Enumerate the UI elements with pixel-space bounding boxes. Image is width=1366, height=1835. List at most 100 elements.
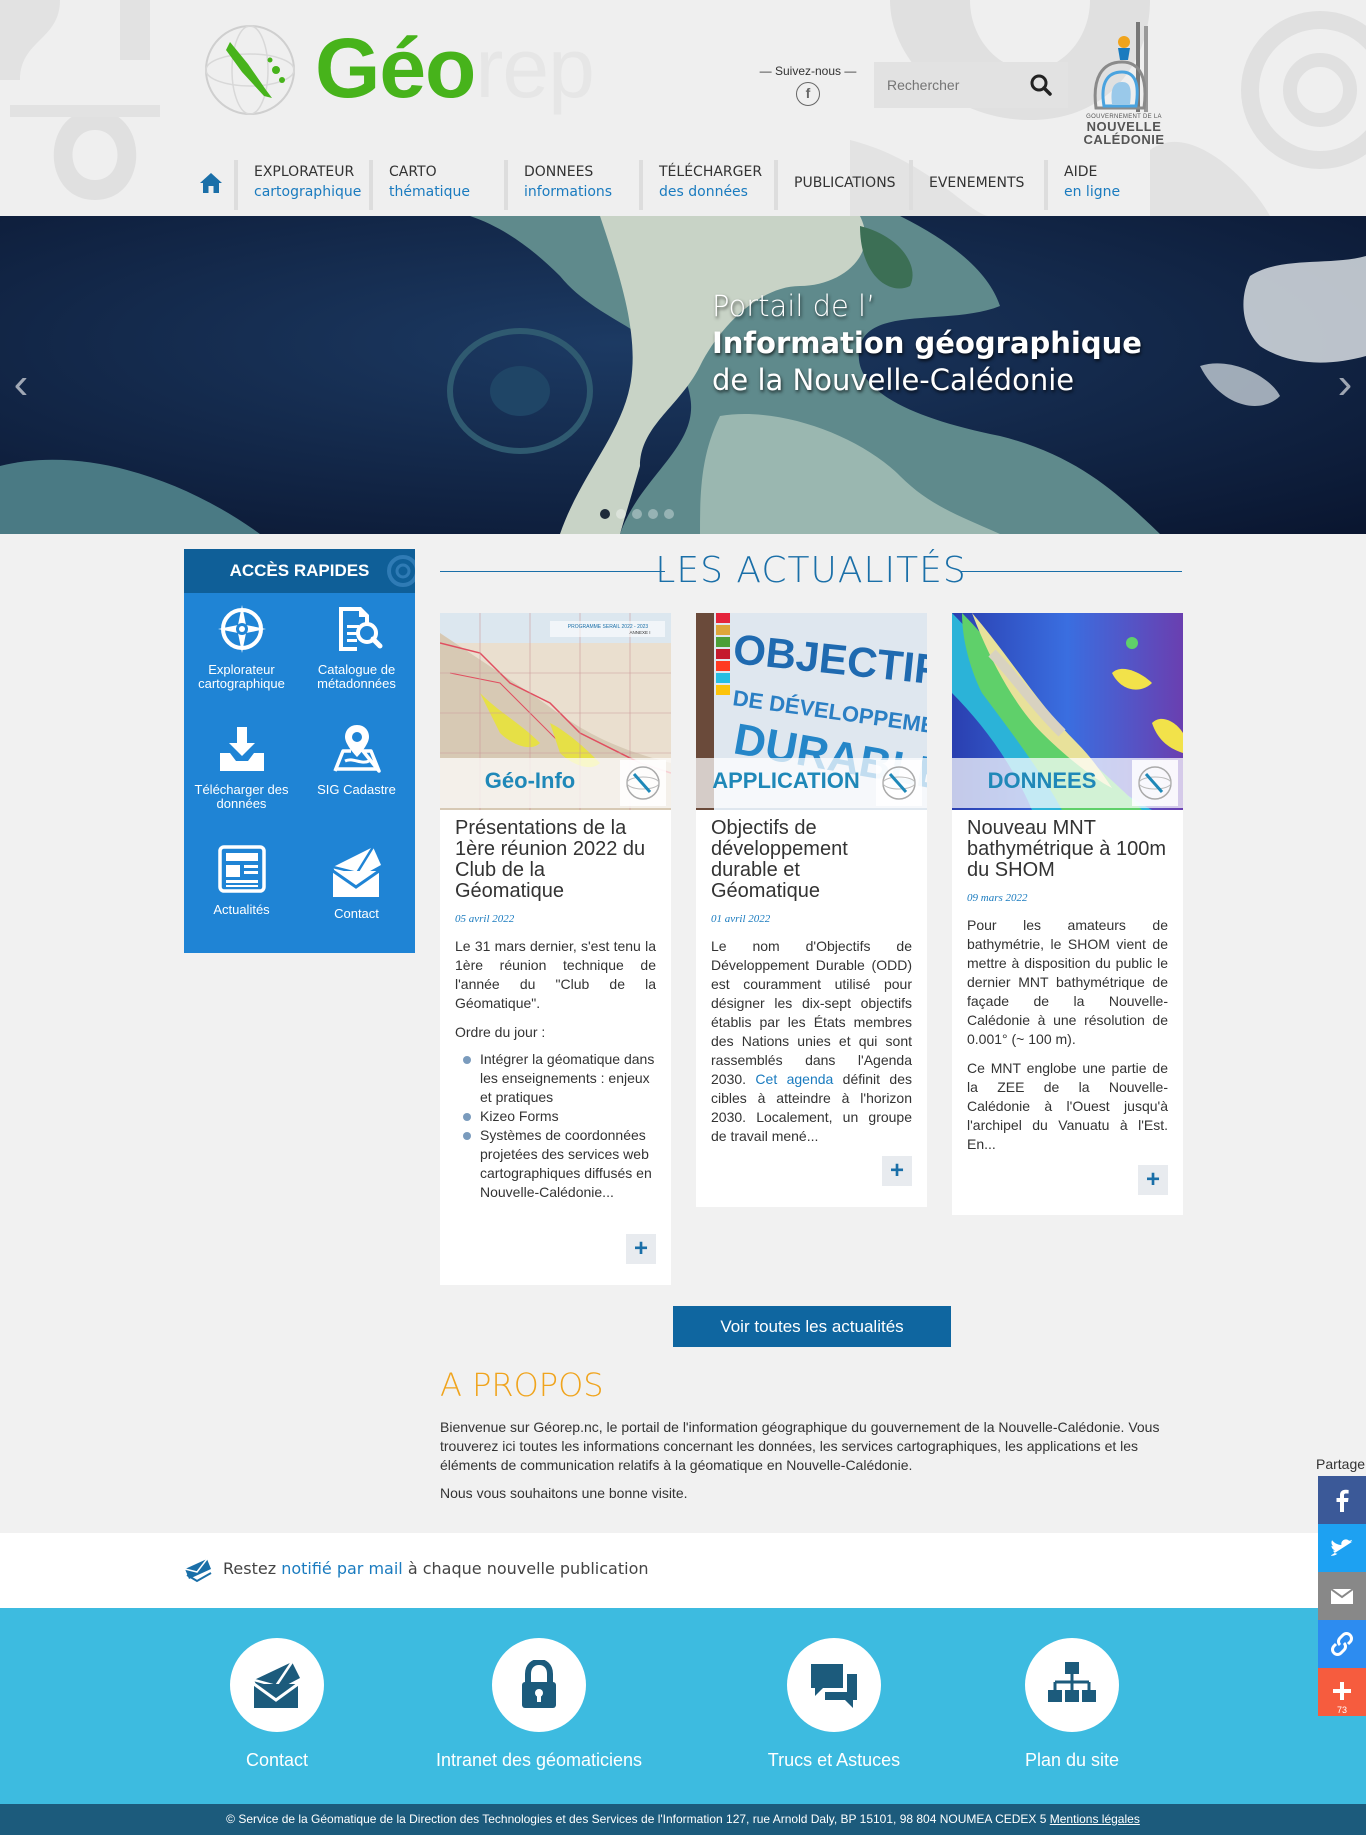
- quick-sig-cadastre[interactable]: SIG Cadastre: [299, 723, 414, 797]
- agenda-link[interactable]: Cet agenda: [755, 1071, 833, 1087]
- carousel-indicators: [600, 506, 680, 519]
- carousel-dot-4[interactable]: [648, 509, 658, 519]
- card-category-band: DONNEES: [952, 758, 1183, 808]
- newsletter-link[interactable]: notifié par mail: [281, 1559, 403, 1578]
- main-navigation: EXPLORATEUR cartographique CARTO thématiqu…: [184, 160, 1174, 210]
- card-category-band: APPLICATION: [696, 758, 927, 808]
- quick-contact[interactable]: Contact: [299, 843, 414, 921]
- government-logo[interactable]: GOUVERNEMENT DE LA NOUVELLE CALÉDONIE: [1082, 18, 1166, 146]
- nav-donnees[interactable]: DONNEES informations: [504, 160, 612, 210]
- card-text: Pour les amateurs de bathymétrie, le SHO…: [967, 917, 1168, 1047]
- card-title[interactable]: Nouveau MNT bathymétrique à 100m du SHOM: [967, 818, 1168, 881]
- carousel-dot-3[interactable]: [632, 509, 642, 519]
- quick-actualites[interactable]: Actualités: [184, 843, 299, 917]
- footer-sitemap-circle: [1025, 1638, 1119, 1732]
- read-more-button[interactable]: +: [882, 1156, 912, 1186]
- nav-evenements-line1: EVENEMENTS: [929, 175, 1025, 191]
- nav-telecharger[interactable]: TÉLÉCHARGER des données: [639, 160, 762, 210]
- quick-contact-label: Contact: [334, 906, 379, 921]
- card-image: DONNEES: [952, 613, 1183, 810]
- nav-telecharger-line2: des données: [659, 184, 748, 200]
- search-icon[interactable]: [1026, 70, 1056, 100]
- card-image: OBJECTIFS DE DÉVELOPPEMENT DURABLE APPLI…: [696, 613, 927, 810]
- nav-evenements[interactable]: EVENEMENTS: [909, 160, 1024, 210]
- share-twitter-button[interactable]: [1318, 1524, 1366, 1572]
- card-body: Présentations de la 1ère réunion 2022 du…: [440, 810, 671, 1202]
- plus-icon: [1333, 1682, 1351, 1700]
- carousel-prev-arrow-icon[interactable]: ‹: [6, 362, 36, 406]
- hero-carousel: ‹ › Portail de l’ Information géographiq…: [0, 216, 1366, 534]
- logo-geo-text: Géo: [315, 21, 476, 115]
- quick-actualites-label: Actualités: [213, 902, 270, 917]
- card-category-label: APPLICATION: [712, 768, 860, 793]
- banner-line2: Information géographique: [712, 326, 1142, 360]
- footer-contact-circle: [230, 1638, 324, 1732]
- nav-donnees-line2: informations: [524, 184, 613, 200]
- footer-intranet[interactable]: Intranet des géomaticiens: [419, 1638, 659, 1771]
- quick-catalogue-label: Catalogue de métadonnées: [317, 662, 396, 691]
- nav-aide[interactable]: AIDE en ligne: [1044, 160, 1120, 210]
- news-card[interactable]: DONNEES Nouveau MNT bathymétrique à 100m…: [952, 613, 1183, 1215]
- footer-sitemap[interactable]: Plan du site: [952, 1638, 1192, 1771]
- card-title[interactable]: Présentations de la 1ère réunion 2022 du…: [455, 818, 656, 902]
- about-paragraph: Bienvenue sur Géorep.nc, le portail de l…: [440, 1419, 1160, 1473]
- follow-us-label: — Suivez-nous —: [759, 64, 857, 78]
- legal-notice-link[interactable]: Mentions légales: [1050, 1812, 1140, 1826]
- read-more-button[interactable]: +: [1138, 1165, 1168, 1195]
- nav-explorateur[interactable]: EXPLORATEUR cartographique: [234, 160, 361, 210]
- footer-contact[interactable]: Contact: [157, 1638, 397, 1771]
- search-input[interactable]: [874, 62, 1024, 108]
- newspaper-icon: [217, 845, 266, 893]
- map-pin-icon: [332, 725, 381, 773]
- nav-carto[interactable]: CARTO thématique: [369, 160, 470, 210]
- share-facebook-button[interactable]: [1318, 1476, 1366, 1524]
- list-item: Intégrer la géomatique dans les enseigne…: [455, 1050, 656, 1107]
- chat-bubbles-icon: [811, 1664, 857, 1708]
- share-link-button[interactable]: [1318, 1620, 1366, 1668]
- footer-intranet-label: Intranet des géomaticiens: [435, 1750, 643, 1770]
- quick-telecharger[interactable]: Télécharger des données: [184, 723, 299, 811]
- carousel-dot-5[interactable]: [664, 509, 674, 519]
- footer-tips[interactable]: Trucs et Astuces: [714, 1638, 954, 1771]
- nav-explorateur-line1: EXPLORATEUR: [254, 164, 355, 180]
- map-thumbnail-caption-line2: ANNEXE I: [629, 630, 650, 635]
- list-item: Systèmes de coordonnées projetées des se…: [455, 1126, 656, 1202]
- nav-explorateur-line2: cartographique: [254, 184, 362, 200]
- carousel-dot-1[interactable]: [600, 509, 610, 519]
- nav-donnees-line1: DONNEES: [524, 164, 594, 180]
- all-news-button[interactable]: Voir toutes les actualités: [673, 1306, 951, 1347]
- footer-tips-circle: [787, 1638, 881, 1732]
- nav-publications[interactable]: PUBLICATIONS: [774, 160, 896, 210]
- card-category-label: DONNEES: [987, 768, 1097, 793]
- quick-access-title-text: ACCÈS RAPIDES: [229, 561, 370, 580]
- card-title[interactable]: Objectifs de développement durable et Gé…: [711, 818, 912, 902]
- about-title: A PROPOS: [440, 1366, 604, 1404]
- footer-sitemap-label: Plan du site: [1024, 1750, 1120, 1770]
- quick-sig-cadastre-label: SIG Cadastre: [317, 782, 396, 797]
- facebook-icon: [1336, 1489, 1349, 1512]
- logo-rep-text: rep: [475, 21, 594, 115]
- globe-logo-icon: [620, 760, 666, 806]
- decorative-swirl-icon: [387, 555, 415, 587]
- card-category-label: Géo-Info: [484, 768, 576, 793]
- quick-access-title: ACCÈS RAPIDES: [184, 549, 415, 593]
- nav-carto-line2: thématique: [389, 184, 470, 200]
- quick-explorateur[interactable]: Explorateur cartographique: [184, 603, 299, 691]
- newsletter-text: Restez notifié par mail à chaque nouvell…: [223, 1559, 649, 1578]
- quick-catalogue[interactable]: Catalogue de métadonnées: [299, 603, 414, 691]
- georep-logo[interactable]: Géorep: [200, 18, 600, 118]
- carousel-dot-2[interactable]: [616, 509, 626, 519]
- news-card[interactable]: PROGRAMME SERAIL 2022 - 2023 ANNEXE I Gé…: [440, 613, 671, 1285]
- home-icon[interactable]: [198, 170, 224, 196]
- card-image: PROGRAMME SERAIL 2022 - 2023 ANNEXE I Gé…: [440, 613, 671, 810]
- quick-access-panel: ACCÈS RAPIDES Explorateur cartographique…: [184, 549, 415, 953]
- card-body: Nouveau MNT bathymétrique à 100m du SHOM…: [952, 810, 1183, 1154]
- nav-aide-line1: AIDE: [1064, 164, 1098, 180]
- share-email-button[interactable]: [1318, 1572, 1366, 1620]
- share-more-button[interactable]: 73: [1318, 1668, 1366, 1716]
- facebook-icon[interactable]: f: [796, 82, 820, 106]
- news-card[interactable]: OBJECTIFS DE DÉVELOPPEMENT DURABLE APPLI…: [696, 613, 927, 1207]
- carousel-next-arrow-icon[interactable]: ›: [1330, 362, 1360, 406]
- read-more-button[interactable]: +: [626, 1234, 656, 1264]
- search-box: [874, 62, 1068, 108]
